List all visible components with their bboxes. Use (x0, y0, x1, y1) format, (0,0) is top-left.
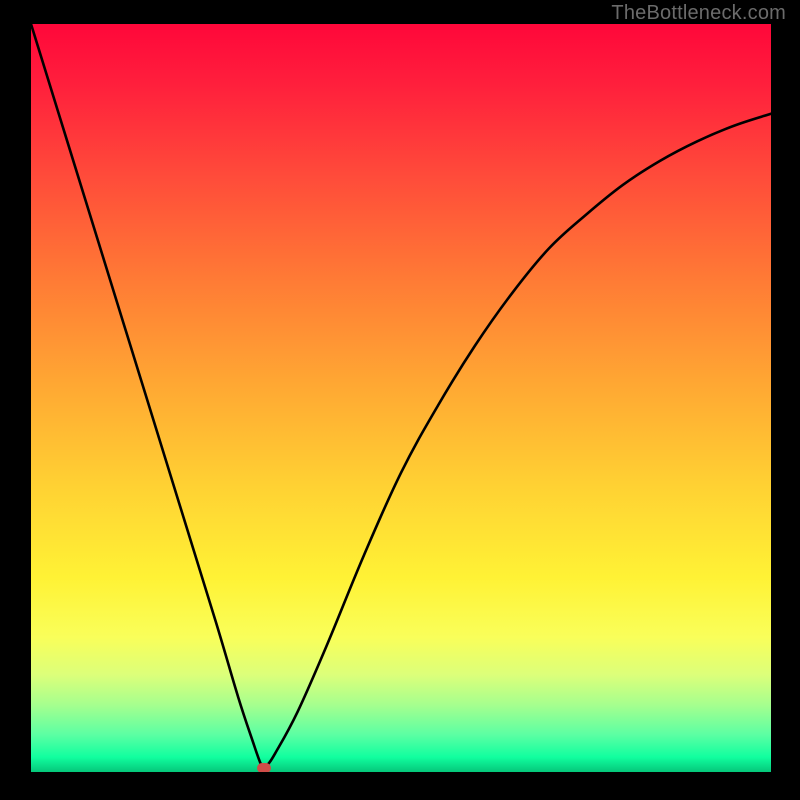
watermark-text: TheBottleneck.com (611, 2, 786, 25)
minimum-marker-dot (257, 763, 271, 772)
chart-container: TheBottleneck.com (0, 0, 800, 800)
curve-layer (31, 24, 771, 772)
bottleneck-curve (31, 24, 771, 768)
plot-area (31, 24, 771, 772)
